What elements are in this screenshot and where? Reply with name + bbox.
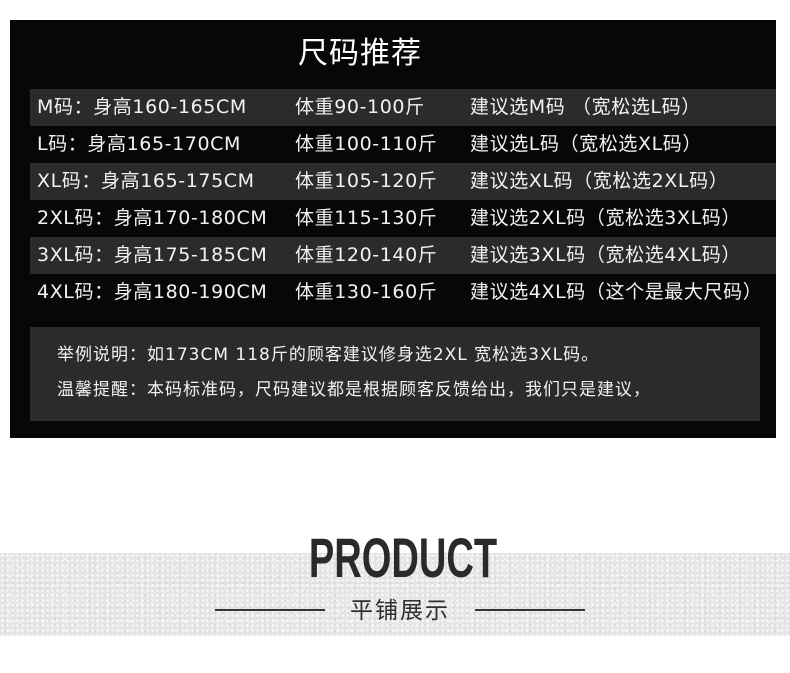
- size-height-cell: 3XL码：身高175-185CM: [37, 244, 268, 266]
- size-row-m: M码：身高160-165CM 体重90-100斤 建议选M码 （宽松选L码）: [30, 89, 776, 126]
- suggestion-cell: 建议选L码（宽松选XL码）: [470, 133, 702, 155]
- size-height-cell: L码：身高165-170CM: [37, 133, 242, 155]
- suggestion-cell: 建议选XL码（宽松选2XL码）: [470, 170, 729, 192]
- reminder-note: 温馨提醒：本码标准码，尺码建议都是根据顾客反馈给出，我们只是建议，: [57, 380, 651, 400]
- size-height-cell: 2XL码：身高170-180CM: [37, 207, 268, 229]
- example-note: 举例说明：如173CM 118斤的顾客建议修身选2XL 宽松选3XL码。: [57, 345, 600, 365]
- weight-cell: 体重90-100斤: [295, 96, 425, 118]
- suggestion-cell: 建议选4XL码（这个是最大尺码）: [470, 281, 763, 303]
- size-row-4xl: 4XL码：身高180-190CM 体重130-160斤 建议选4XL码（这个是最…: [30, 274, 776, 311]
- product-heading: PRODUCT: [308, 526, 498, 589]
- weight-cell: 体重100-110斤: [295, 133, 438, 155]
- size-note-box: 举例说明：如173CM 118斤的顾客建议修身选2XL 宽松选3XL码。 温馨提…: [30, 327, 760, 421]
- weight-cell: 体重120-140斤: [295, 244, 438, 266]
- weight-cell: 体重115-130斤: [295, 207, 438, 229]
- weight-cell: 体重105-120斤: [295, 170, 438, 192]
- product-subheading: 平铺展示: [350, 598, 450, 624]
- suggestion-cell: 建议选2XL码（宽松选3XL码）: [470, 207, 741, 229]
- left-divider: [215, 609, 325, 611]
- suggestion-cell: 建议选M码 （宽松选L码）: [470, 96, 701, 118]
- suggestion-cell: 建议选3XL码（宽松选4XL码）: [470, 244, 741, 266]
- size-height-cell: 4XL码：身高180-190CM: [37, 281, 268, 303]
- size-height-cell: M码：身高160-165CM: [37, 96, 247, 118]
- size-row-2xl: 2XL码：身高170-180CM 体重115-130斤 建议选2XL码（宽松选3…: [30, 200, 776, 237]
- size-row-l: L码：身高165-170CM 体重100-110斤 建议选L码（宽松选XL码）: [30, 126, 776, 163]
- weight-cell: 体重130-160斤: [295, 281, 438, 303]
- size-row-3xl: 3XL码：身高175-185CM 体重120-140斤 建议选3XL码（宽松选4…: [30, 237, 776, 274]
- size-height-cell: XL码：身高165-175CM: [37, 170, 255, 192]
- size-row-xl: XL码：身高165-175CM 体重105-120斤 建议选XL码（宽松选2XL…: [30, 163, 776, 200]
- size-chart-title: 尺码推荐: [298, 36, 422, 71]
- size-chart-panel: 尺码推荐 M码：身高160-165CM 体重90-100斤 建议选M码 （宽松选…: [10, 20, 776, 438]
- right-divider: [475, 609, 585, 611]
